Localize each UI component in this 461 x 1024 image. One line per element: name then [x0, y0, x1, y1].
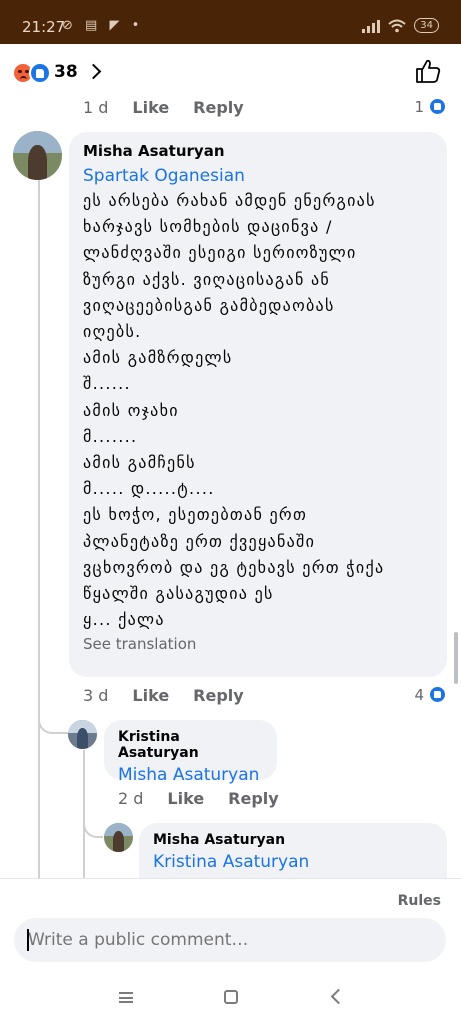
- reply-reply-button[interactable]: Reply: [228, 789, 279, 808]
- scrollbar[interactable]: [454, 632, 458, 684]
- comment-line: ვცხოვრობ და ეგ ტეხავს ერთ ჭიქა: [83, 557, 385, 577]
- reply-actions: 2 d Like Reply: [118, 789, 279, 808]
- notification-icons: ⊘ ▤ ◤ •: [62, 18, 144, 33]
- comment-line: წყალში გასაგუდია ეს: [83, 584, 274, 604]
- comment-line: ყ... ქალა: [83, 610, 165, 630]
- reply-author[interactable]: Misha Asaturyan: [153, 832, 433, 848]
- comment-line: შ......: [83, 374, 131, 394]
- reply-like-button[interactable]: Like: [167, 789, 204, 808]
- comment-line: ხარჯავს სომხების დაცინვა /: [83, 217, 333, 237]
- comment-line: ზურგი აქვს. ვიღაცისაგან ან: [83, 269, 331, 289]
- chevron-right-icon[interactable]: [85, 63, 102, 80]
- thread-connector-reply-1: [38, 704, 68, 734]
- wifi-icon: [388, 19, 406, 32]
- prev-like-count[interactable]: 1: [414, 97, 447, 116]
- prev-comment-actions: 1 d Like Reply: [83, 98, 244, 117]
- comment-body: ეს არსება რახან ამდენ ენერგიას ხარჯავს ს…: [83, 188, 433, 633]
- system-icons: 34: [362, 18, 439, 33]
- system-nav-bar: [0, 978, 461, 1024]
- thread-connector-reply-2: [83, 808, 103, 838]
- thread-line-main: [38, 180, 40, 880]
- reply-button[interactable]: Reply: [193, 686, 244, 705]
- battery-icon: 34: [414, 18, 439, 33]
- comment-line: ლანძღვაში ესეიგი სერიოზული: [83, 243, 357, 263]
- reply-bubble: Kristina Asaturyan Misha Asaturyan: [104, 720, 277, 785]
- back-icon[interactable]: [330, 988, 347, 1005]
- avatar[interactable]: [13, 131, 62, 180]
- comment-time: 3 d: [83, 686, 109, 705]
- thumbs-up-icon[interactable]: [415, 58, 441, 84]
- comment-line: პლანეტაზე ერთ ქვეყანაში: [83, 531, 316, 551]
- prev-reply-button[interactable]: Reply: [193, 98, 244, 117]
- rules-link[interactable]: Rules: [398, 893, 441, 909]
- reply-bubble: Misha Asaturyan Kristina Asaturyan: [139, 823, 447, 885]
- comment-like-count[interactable]: 4: [414, 685, 447, 704]
- comment-line: ამის გამჩენს: [83, 453, 196, 473]
- comment-composer: Rules: [0, 878, 461, 978]
- prev-like-count-value: 1: [414, 97, 424, 116]
- prev-comment-time: 1 d: [83, 98, 109, 117]
- status-bar: 21:27 ⊘ ▤ ◤ • 34: [0, 0, 461, 44]
- avatar[interactable]: [68, 720, 97, 749]
- reply-time: 2 d: [118, 789, 144, 808]
- comment-mention[interactable]: Spartak Oganesian: [83, 166, 433, 186]
- avatar[interactable]: [104, 823, 133, 852]
- comment-bubble: Misha Asaturyan Spartak Oganesian ეს არს…: [69, 132, 447, 677]
- comment-line: ეს არსება რახან ამდენ ენერგიას: [83, 191, 376, 210]
- comment-input[interactable]: [14, 918, 446, 962]
- prev-like-button[interactable]: Like: [132, 98, 169, 117]
- comment-line: ვიღაცეებისგან გამბედაობას: [83, 295, 335, 315]
- reply-mention[interactable]: Misha Asaturyan: [118, 765, 263, 785]
- like-icon: [428, 685, 447, 704]
- comment-actions: 3 d Like Reply: [83, 686, 244, 705]
- comment-author[interactable]: Misha Asaturyan: [83, 142, 433, 160]
- recent-apps-icon[interactable]: [119, 992, 133, 1003]
- comment-line: ამის გამზრდელს: [83, 348, 233, 368]
- comment-like-count-value: 4: [414, 685, 424, 704]
- reaction-count[interactable]: 38: [54, 62, 78, 82]
- reply-author[interactable]: Kristina Asaturyan: [118, 729, 263, 761]
- home-icon[interactable]: [224, 990, 238, 1004]
- like-reaction-icon: [29, 62, 51, 84]
- comment-line: მ..... დ.....ტ....: [83, 479, 215, 499]
- comment-line: მ.......: [83, 426, 138, 446]
- comment-line: იღებს.: [83, 322, 142, 342]
- text-caret: [27, 929, 29, 951]
- comment-line: ეს ხოჭო, ესეთებთან ერთ: [83, 505, 308, 525]
- signal-icon: [362, 19, 381, 33]
- status-time: 21:27: [22, 18, 66, 36]
- like-button[interactable]: Like: [132, 686, 169, 705]
- comment-line: ამის ოჯახი: [83, 400, 179, 420]
- see-translation-link[interactable]: See translation: [83, 635, 433, 653]
- reaction-summary[interactable]: [12, 62, 52, 84]
- reactions-bar: 38: [0, 44, 461, 100]
- reply-mention[interactable]: Kristina Asaturyan: [153, 852, 433, 872]
- like-icon: [428, 97, 447, 116]
